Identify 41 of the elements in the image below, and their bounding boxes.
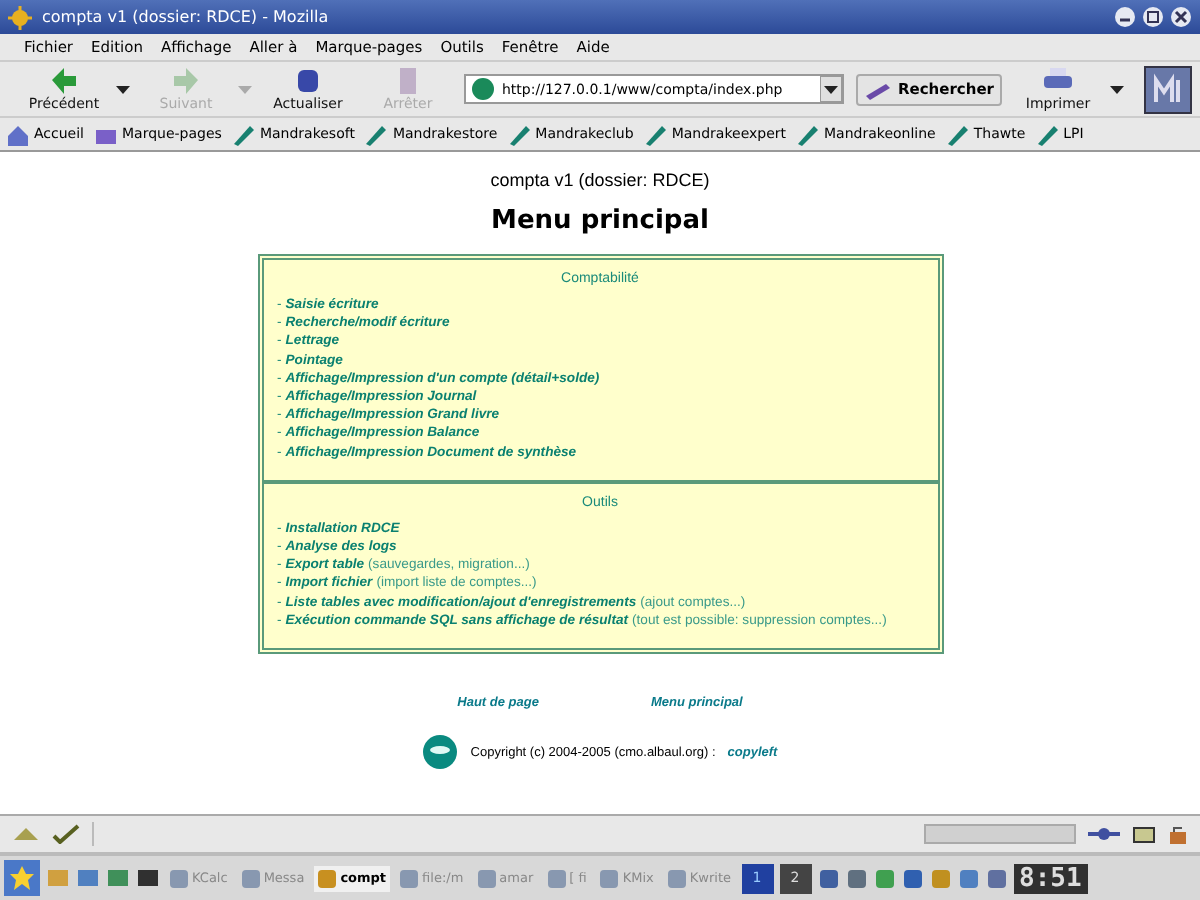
tray-icon[interactable]: [957, 867, 979, 889]
app-icon: [170, 869, 188, 887]
caret-icon[interactable]: [1110, 85, 1124, 93]
logo-icon: [422, 734, 459, 771]
app-icon: [241, 869, 260, 887]
minimize-icon[interactable]: [1114, 6, 1136, 28]
maximize-icon[interactable]: [1142, 6, 1164, 28]
dropdown-icon[interactable]: [819, 76, 842, 102]
launcher-icon[interactable]: [136, 866, 160, 890]
pen-icon: [945, 123, 970, 145]
pen-icon: [863, 79, 892, 99]
app-icon: [8, 5, 32, 29]
pen-icon: [231, 123, 256, 145]
tray-icon[interactable]: [873, 867, 895, 889]
pen-icon: [643, 123, 668, 145]
throbber-logo: [1144, 65, 1192, 113]
back-arrow-icon: [48, 66, 80, 96]
tray-icon[interactable]: [985, 867, 1007, 889]
app-icon: [318, 869, 337, 887]
close-icon[interactable]: [1170, 6, 1192, 28]
caret-icon[interactable]: [116, 85, 130, 93]
pen-icon: [796, 123, 821, 145]
app-icon: [547, 869, 566, 887]
tray-icon[interactable]: [845, 867, 867, 889]
forward-arrow-icon: [170, 66, 202, 96]
page-heading: Menu principal: [491, 206, 709, 236]
start-menu-icon[interactable]: [4, 860, 40, 896]
tray-icon[interactable]: [817, 867, 839, 889]
home-icon: [6, 123, 30, 145]
window-title: compta v1 (dossier: RDCE) - Mozilla: [42, 8, 331, 26]
pen-icon: [1035, 123, 1060, 145]
tray-icon[interactable]: [901, 867, 923, 889]
app-icon: [667, 869, 686, 887]
clock: 8:51: [1013, 863, 1088, 893]
app-icon: [400, 869, 419, 887]
app-icon: [600, 869, 619, 887]
tray-icon[interactable]: [929, 867, 951, 889]
pen-icon: [364, 123, 389, 145]
app-icon: [477, 869, 496, 887]
site-title: compta v1 (dossier: RDCE): [490, 170, 710, 190]
pen-icon: [507, 123, 532, 145]
